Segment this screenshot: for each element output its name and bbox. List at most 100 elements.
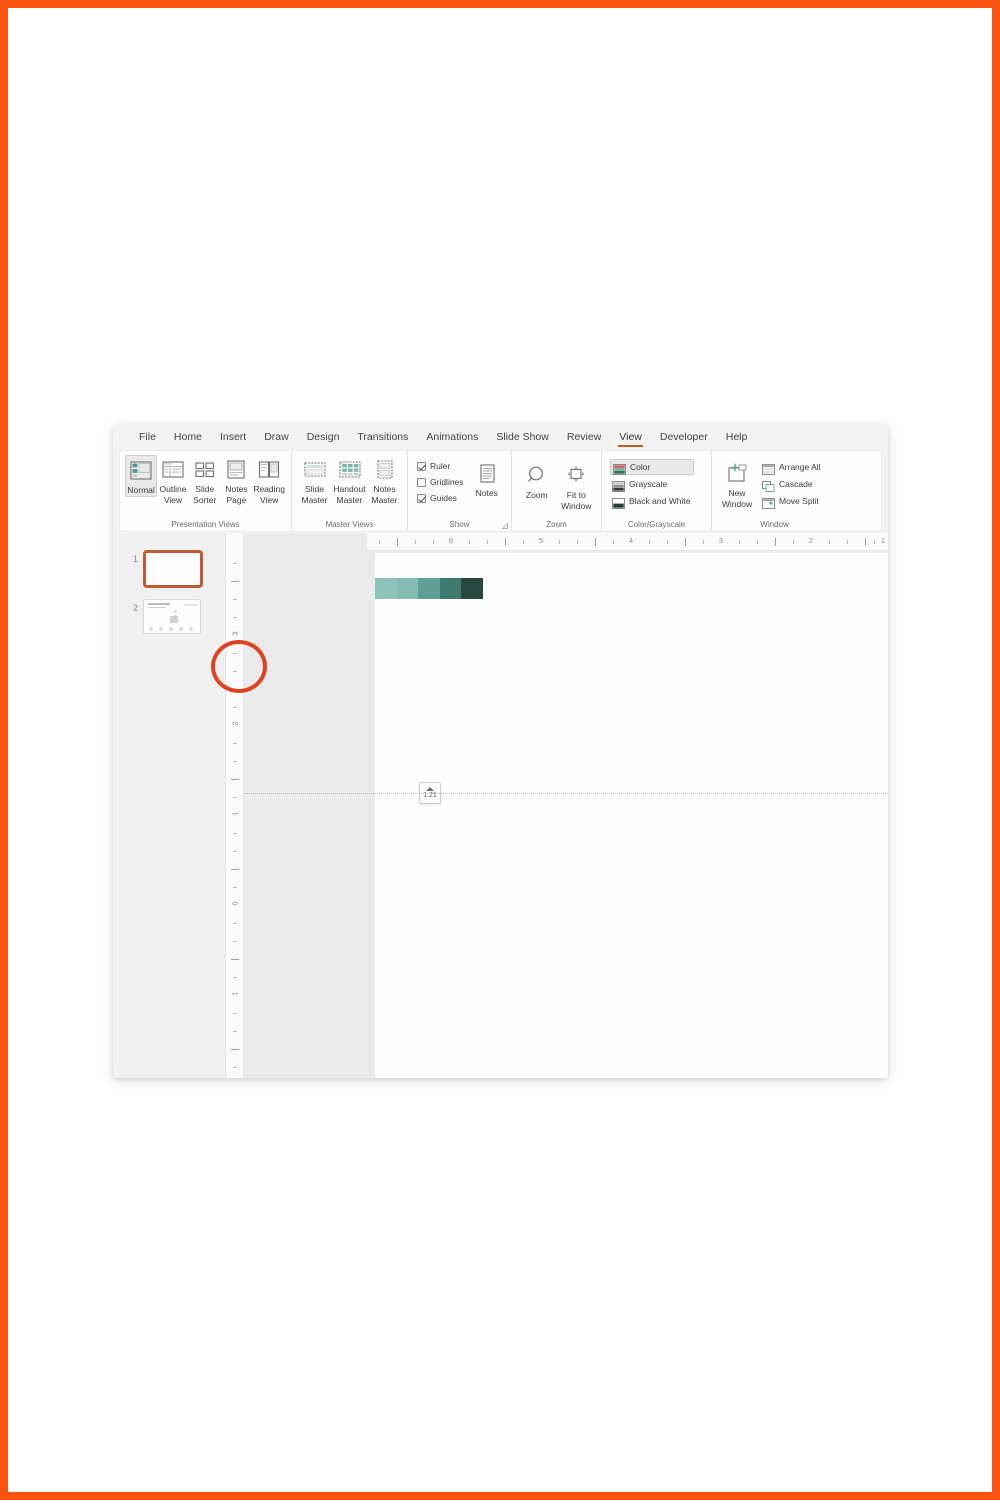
reading-view-button[interactable]: Reading View <box>252 455 286 505</box>
ruler-label: 1 <box>230 811 240 816</box>
tab-label: Developer <box>659 430 708 443</box>
gradient-segment <box>439 578 462 599</box>
slide-sorter-button[interactable]: Slide Sorter <box>189 455 221 505</box>
tab-design[interactable]: Design <box>299 429 348 447</box>
button-label: Notes <box>475 488 498 498</box>
slide-thumbnail[interactable] <box>143 599 201 634</box>
checkbox-label: Gridlines <box>430 477 464 487</box>
button-label: New Window <box>721 488 753 509</box>
tab-label: Animations <box>426 430 479 443</box>
checkbox-icon[interactable] <box>417 461 426 471</box>
checkbox-label: Guides <box>430 493 457 503</box>
grayscale-button[interactable]: Grayscale <box>610 476 694 492</box>
zoom-button[interactable]: Zoom <box>517 461 557 501</box>
tab-slide-show[interactable]: Slide Show <box>488 429 557 447</box>
button-label: Notes Master <box>371 484 398 505</box>
ruler-label: 1 <box>230 991 240 996</box>
up-arrow-icon <box>426 787 434 791</box>
group-label: Zoom <box>546 520 567 529</box>
thumbnail-item-2[interactable]: 2 <box>125 599 201 634</box>
color-mode-list: Color Grayscale Black and White <box>607 455 697 509</box>
gridlines-checkbox-row[interactable]: Gridlines <box>417 475 464 489</box>
thumb-title-line <box>148 603 170 605</box>
cascade-button[interactable]: Cascade <box>760 476 825 492</box>
tab-label: File <box>139 430 156 443</box>
checkbox-icon[interactable] <box>417 493 426 503</box>
horizontal-ruler[interactable]: 6 5 4 3 2 1 <box>367 533 888 551</box>
move-split-button[interactable]: Move Split <box>760 493 825 509</box>
outline-view-icon <box>160 458 186 482</box>
guides-checkbox-row[interactable]: Guides <box>417 491 464 505</box>
window-actions-list: Arrange All Cascade Move Split <box>757 455 828 509</box>
ruler-label: 2 <box>230 721 240 726</box>
normal-view-icon <box>128 459 154 483</box>
tab-label: Insert <box>219 430 247 443</box>
slide-master-icon <box>302 458 328 482</box>
screenshot-page: File Home Insert Draw Design Transitions… <box>0 0 1000 1500</box>
button-label: Reading View <box>253 484 285 505</box>
ribbon-group-window: New Window Arrange All Cascade Move Spli… <box>712 451 837 531</box>
notes-button[interactable]: Notes <box>468 459 506 499</box>
ribbon-group-show: Ruler Gridlines Guides Notes Show ◿ <box>408 451 512 531</box>
ruler-checkbox-row[interactable]: Ruler <box>417 459 464 473</box>
group-label: Color/Grayscale <box>627 520 686 529</box>
tab-developer[interactable]: Developer <box>652 429 716 447</box>
black-and-white-button[interactable]: Black and White <box>610 493 694 509</box>
gradient-segment <box>418 578 440 599</box>
slide-thumbnail-pane[interactable]: 1 2 <box>113 533 226 1078</box>
ribbon-group-master-views: Slide Master Handout Master Notes Master… <box>292 451 408 531</box>
tab-transitions[interactable]: Transitions <box>349 429 416 447</box>
ruler-label: 0 <box>230 901 240 906</box>
zoom-magnifier-icon <box>524 464 550 488</box>
new-window-button[interactable]: New Window <box>717 459 757 509</box>
tab-insert[interactable]: Insert <box>212 429 254 447</box>
annotation-circle <box>211 640 267 693</box>
outline-view-button[interactable]: Outline View <box>157 455 189 505</box>
button-label: Handout Master <box>333 484 366 505</box>
ruler-label: 2 <box>808 536 814 545</box>
ruler-label: 3 <box>718 536 724 545</box>
gradient-bar[interactable] <box>375 578 483 599</box>
checkbox-label: Ruler <box>430 461 451 471</box>
thumb-icon-row <box>149 627 193 631</box>
notes-page-button[interactable]: Notes Page <box>221 455 253 505</box>
tab-view[interactable]: View <box>611 429 650 447</box>
new-window-icon <box>724 462 750 486</box>
work-area: 1 2 3 2 1 0 1 6 5 4 3 2 1 1.21 <box>113 533 888 1078</box>
move-split-icon <box>762 496 775 509</box>
black-and-white-icon <box>612 496 625 509</box>
tab-label: Draw <box>264 430 289 443</box>
slide-canvas[interactable]: 1.21 <box>375 553 888 1078</box>
slide-number: 2 <box>132 603 138 613</box>
ribbon-group-color-grayscale: Color Grayscale Black and White Color/Gr… <box>602 451 712 531</box>
handout-master-button[interactable]: Handout Master <box>332 455 367 505</box>
tab-animations[interactable]: Animations <box>418 429 486 447</box>
tab-review[interactable]: Review <box>559 429 609 447</box>
thumbnail-item-1[interactable]: 1 <box>125 550 203 588</box>
tab-label: Home <box>173 430 202 443</box>
tab-home[interactable]: Home <box>166 429 210 447</box>
notes-master-button[interactable]: Notes Master <box>367 455 402 505</box>
reading-view-icon <box>256 458 282 482</box>
ribbon-group-zoom: Zoom Fit to Window Zoom <box>512 451 602 531</box>
fit-to-window-icon <box>563 464 589 488</box>
checkbox-icon[interactable] <box>417 477 426 487</box>
slide-thumbnail[interactable] <box>143 550 203 588</box>
gradient-segment <box>461 578 483 599</box>
tab-file[interactable]: File <box>131 429 164 447</box>
tab-label: Design <box>306 430 340 443</box>
vertical-ruler[interactable]: 3 2 1 0 1 <box>226 533 244 1078</box>
ruler-label: 1 <box>880 536 886 545</box>
color-button[interactable]: Color <box>610 459 695 475</box>
cascade-icon <box>762 479 775 492</box>
fit-to-window-button[interactable]: Fit to Window <box>557 461 597 511</box>
normal-view-button[interactable]: Normal <box>125 455 158 497</box>
button-label: Notes Page <box>225 484 248 505</box>
button-label: Zoom <box>525 490 548 500</box>
button-label: Normal <box>127 485 155 495</box>
slide-master-button[interactable]: Slide Master <box>297 455 332 505</box>
show-dialog-launcher-icon[interactable]: ◿ <box>502 521 508 530</box>
tab-help[interactable]: Help <box>718 429 756 447</box>
tab-draw[interactable]: Draw <box>256 429 297 447</box>
arrange-all-button[interactable]: Arrange All <box>760 459 825 475</box>
